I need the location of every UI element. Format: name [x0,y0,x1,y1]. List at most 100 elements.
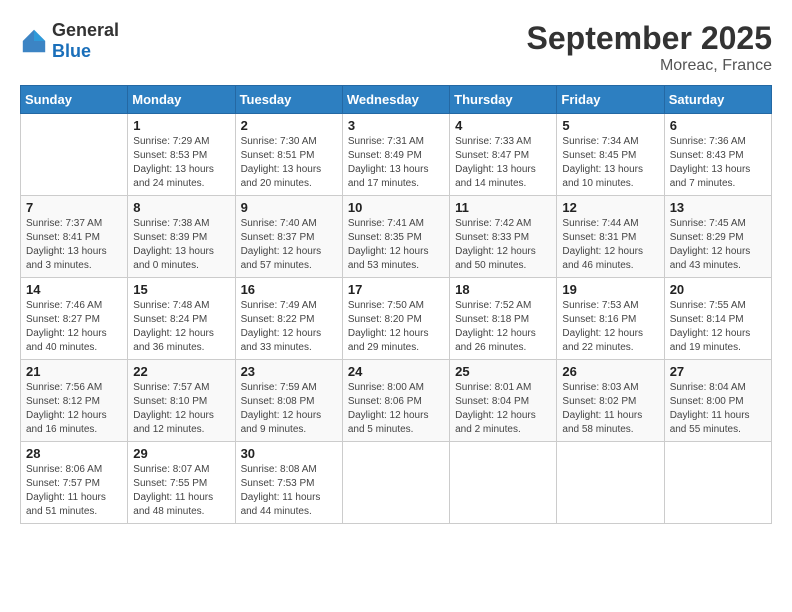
day-info: Sunrise: 7:37 AMSunset: 8:41 PMDaylight:… [26,217,122,273]
sunrise-text: Sunrise: 7:52 AM [455,300,531,311]
day-number: 18 [455,282,551,297]
col-thursday: Thursday [450,86,557,114]
calendar-cell: 10Sunrise: 7:41 AMSunset: 8:35 PMDayligh… [342,196,449,278]
logo-blue: Blue [52,41,91,61]
day-info: Sunrise: 7:53 AMSunset: 8:16 PMDaylight:… [562,299,658,355]
col-wednesday: Wednesday [342,86,449,114]
daylight-text: Daylight: 12 hours and 26 minutes. [455,328,536,353]
daylight-text: Daylight: 13 hours and 3 minutes. [26,246,107,271]
sunset-text: Sunset: 8:27 PM [26,314,100,325]
sunset-text: Sunset: 8:16 PM [562,314,636,325]
sunrise-text: Sunrise: 7:34 AM [562,136,638,147]
day-info: Sunrise: 7:29 AMSunset: 8:53 PMDaylight:… [133,135,229,191]
daylight-text: Daylight: 12 hours and 9 minutes. [241,410,322,435]
calendar-cell [21,114,128,196]
col-friday: Friday [557,86,664,114]
sunrise-text: Sunrise: 7:29 AM [133,136,209,147]
sunset-text: Sunset: 8:18 PM [455,314,529,325]
sunset-text: Sunset: 8:06 PM [348,396,422,407]
calendar-cell: 28Sunrise: 8:06 AMSunset: 7:57 PMDayligh… [21,442,128,524]
sunset-text: Sunset: 8:31 PM [562,232,636,243]
col-monday: Monday [128,86,235,114]
sunset-text: Sunset: 8:22 PM [241,314,315,325]
daylight-text: Daylight: 13 hours and 10 minutes. [562,164,643,189]
day-number: 6 [670,118,766,133]
calendar-week-2: 14 Sunrise: 7:46 AM Sunset: 8:27 PM Dayligh… [21,278,772,360]
col-sunday: Sunday [21,86,128,114]
sunset-text: Sunset: 8:37 PM [241,232,315,243]
sunrise-text: Sunrise: 7:56 AM [26,382,102,393]
sunset-text: Sunset: 7:53 PM [241,478,315,489]
sunset-text: Sunset: 8:00 PM [670,396,744,407]
day-number: 27 [670,364,766,379]
calendar-cell [342,442,449,524]
sunset-text: Sunset: 8:04 PM [455,396,529,407]
logo-general: General [52,20,119,40]
day-info: Sunrise: 7:42 AMSunset: 8:33 PMDaylight:… [455,217,551,273]
day-number: 12 [562,200,658,215]
daylight-text: Daylight: 12 hours and 50 minutes. [455,246,536,271]
calendar-week-4: 28Sunrise: 8:06 AMSunset: 7:57 PMDayligh… [21,442,772,524]
calendar-cell [664,442,771,524]
calendar-cell: 27Sunrise: 8:04 AMSunset: 8:00 PMDayligh… [664,360,771,442]
calendar-cell: 20Sunrise: 7:55 AMSunset: 8:14 PMDayligh… [664,278,771,360]
calendar-cell: 1Sunrise: 7:29 AMSunset: 8:53 PMDaylight… [128,114,235,196]
sunrise-text: Sunrise: 7:40 AM [241,218,317,229]
sunset-text: Sunset: 8:35 PM [348,232,422,243]
day-number: 14 [26,282,122,297]
calendar-cell: 6Sunrise: 7:36 AMSunset: 8:43 PMDaylight… [664,114,771,196]
sunset-text: Sunset: 8:10 PM [133,396,207,407]
day-info: Sunrise: 7:36 AMSunset: 8:43 PMDaylight:… [670,135,766,191]
sunset-text: Sunset: 8:12 PM [26,396,100,407]
calendar-cell: 23Sunrise: 7:59 AMSunset: 8:08 PMDayligh… [235,360,342,442]
calendar-cell: 22Sunrise: 7:57 AMSunset: 8:10 PMDayligh… [128,360,235,442]
sunrise-text: Sunrise: 7:36 AM [670,136,746,147]
page-header: General Blue September 2025 Moreac, Fran… [20,20,772,75]
day-info: Sunrise: 7:56 AM Sunset: 8:12 PM Daylight:… [26,381,122,437]
sunset-text: Sunset: 7:55 PM [133,478,207,489]
day-info: Sunrise: 7:31 AMSunset: 8:49 PMDaylight:… [348,135,444,191]
daylight-text: Daylight: 11 hours and 51 minutes. [26,492,106,517]
day-info: Sunrise: 7:45 AMSunset: 8:29 PMDaylight:… [670,217,766,273]
sunrise-text: Sunrise: 7:41 AM [348,218,424,229]
daylight-text: Daylight: 13 hours and 0 minutes. [133,246,214,271]
sunrise-text: Sunrise: 7:59 AM [241,382,317,393]
sunrise-text: Sunrise: 7:55 AM [670,300,746,311]
sunrise-text: Sunrise: 7:31 AM [348,136,424,147]
day-number: 23 [241,364,337,379]
day-number: 16 [241,282,337,297]
location-title: Moreac, France [527,57,772,75]
day-number: 19 [562,282,658,297]
sunrise-text: Sunrise: 8:06 AM [26,464,102,475]
day-info: Sunrise: 8:01 AMSunset: 8:04 PMDaylight:… [455,381,551,437]
col-tuesday: Tuesday [235,86,342,114]
day-number: 9 [241,200,337,215]
calendar-cell: 12Sunrise: 7:44 AMSunset: 8:31 PMDayligh… [557,196,664,278]
sunrise-text: Sunrise: 7:33 AM [455,136,531,147]
day-number: 3 [348,118,444,133]
daylight-text: Daylight: 12 hours and 46 minutes. [562,246,643,271]
calendar-week-3: 21Sunrise: 7:56 AMSunset: 8:12 PMDayligh… [21,360,772,442]
calendar-cell: 11 Sunrise: 7:42 AMSunset: 8:33 PMDayligh… [450,196,557,278]
sunset-text: Sunset: 8:49 PM [348,150,422,161]
sunrise-text: Sunrise: 7:45 AM [670,218,746,229]
sunrise-text: Sunrise: 8:08 AM [241,464,317,475]
daylight-text: Daylight: 13 hours and 24 minutes. [133,164,214,189]
sunrise-text: Sunrise: 7:30 AM [241,136,317,147]
daylight-text: Daylight: 12 hours and 53 minutes. [348,246,429,271]
daylight-text: Daylight: 12 hours and 16 minutes. [26,410,107,435]
daylight-text: Daylight: 12 hours and 5 minutes. [348,410,429,435]
sunset-text: Sunset: 8:43 PM [670,150,744,161]
calendar-cell: 19 Sunrise: 7:53 AMSunset: 8:16 PMDayligh… [557,278,664,360]
sunset-text: Sunset: 8:29 PM [670,232,744,243]
calendar-cell: 21Sunrise: 7:56 AMSunset: 8:12 PMDayligh… [21,360,128,442]
daylight-text: Daylight: 11 hours and 48 minutes. [133,492,213,517]
sunset-text: Sunset: 8:45 PM [562,150,636,161]
sunrise-text: Sunrise: 7:46 AM [26,300,102,311]
calendar-cell: 18 Sunrise: 7:52 AM Sunset: 8:18 PM Dayligh… [450,278,557,360]
daylight-text: Daylight: 13 hours and 20 minutes. [241,164,322,189]
daylight-text: Daylight: 12 hours and 12 minutes. [133,410,214,435]
calendar-cell: 5Sunrise: 7:34 AMSunset: 8:45 PMDaylight… [557,114,664,196]
day-number: 11 [455,200,551,215]
logo-icon [20,27,48,55]
